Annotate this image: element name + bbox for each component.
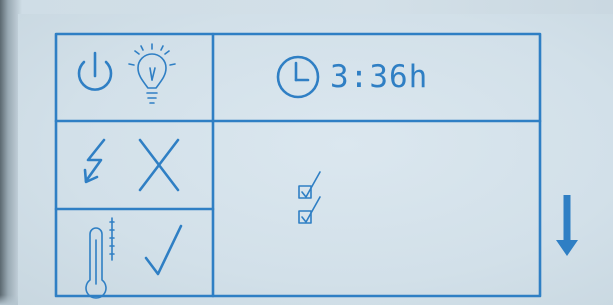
outer-frame: [54, 32, 542, 298]
thermometer-icon: [85, 217, 115, 299]
lightning-icon: [83, 138, 106, 184]
checklist-icon: [298, 171, 321, 224]
light-bulb-icon: [128, 43, 176, 104]
power-icon: [77, 51, 113, 91]
lcd-graphics: [54, 32, 578, 299]
cross-icon: [138, 138, 180, 192]
status-grid: [54, 32, 542, 298]
remaining-time: 3:36h: [330, 59, 429, 95]
clock-icon: [276, 55, 320, 99]
checkmark-icon: [144, 224, 183, 276]
arrow-down-icon: [556, 195, 578, 256]
